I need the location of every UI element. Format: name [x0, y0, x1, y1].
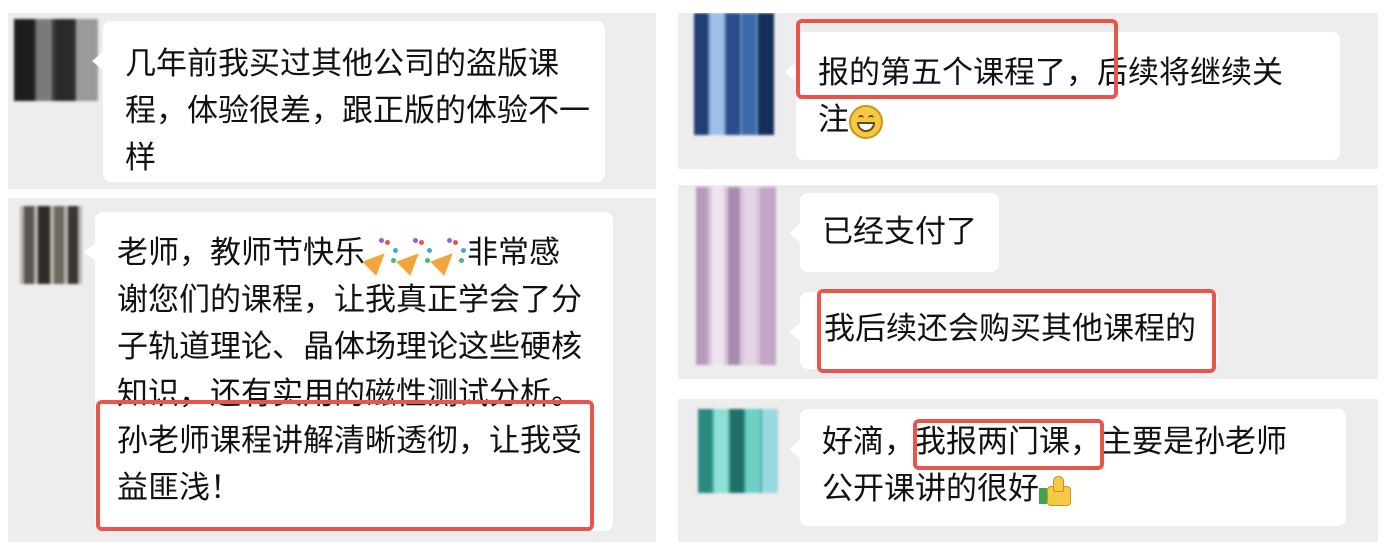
message-bubble: 老师，教师节快乐 非常感 谢您们的课程，让我真正学会了分 子轨道理论、晶体场理论这… [84, 212, 613, 531]
chat-panel-5: 好滴，我报两门课，主要是孙老师 公开课讲的很好 [678, 399, 1378, 542]
message-bubble: 报的第五个课程了，后续将继续关 注 [785, 32, 1340, 160]
party-popper-icon [396, 237, 433, 276]
avatar[interactable] [14, 19, 98, 101]
message-bubble: 已经支付了 [789, 193, 999, 272]
message-text: 谢您们的课程，让我真正学会了分 [117, 282, 582, 318]
thumbs-up-icon [1039, 474, 1073, 508]
chat-panel-3: 报的第五个课程了，后续将继续关 注 [678, 13, 1378, 169]
message-text: 几年前我买过其他公司的盗版课 [125, 46, 559, 82]
message-text: 知识，还有实用的磁性测试分析。 [117, 376, 582, 412]
message-text: 孙老师课程讲解清晰透彻，让我受 [117, 423, 582, 459]
avatar[interactable] [696, 187, 776, 365]
message-bubble: 几年前我买过其他公司的盗版课 程，体验很差，跟正版的体验不一 样 [92, 21, 605, 182]
avatar[interactable] [694, 13, 774, 135]
message-text: 子轨道理论、晶体场理论这些硬核 [117, 329, 582, 365]
message-text: 已经支付了 [822, 214, 977, 250]
chat-panel-1: 几年前我买过其他公司的盗版课 程，体验很差，跟正版的体验不一 样 [8, 13, 656, 189]
avatar[interactable] [20, 206, 82, 284]
message-text: 公开课讲的很好 [822, 471, 1039, 507]
party-popper-icon [430, 237, 467, 276]
message-bubble: 我后续还会购买其他课程的 [789, 292, 1218, 369]
message-text: 我后续还会购买其他课程的 [824, 311, 1196, 347]
message-bubble: 好滴，我报两门课，主要是孙老师 公开课讲的很好 [789, 409, 1346, 526]
party-popper-icon [362, 237, 399, 276]
chat-panel-2: 老师，教师节快乐 非常感 谢您们的课程，让我真正学会了分 子轨道理论、晶体场理论这… [8, 198, 656, 542]
chat-panel-4: 已经支付了 我后续还会购买其他课程的 [678, 185, 1378, 379]
message-text: 主要是孙老师 [1101, 424, 1287, 460]
grinning-face-icon [849, 104, 883, 139]
message-text: 样 [125, 140, 156, 176]
message-text: 老师，教师节快乐 [117, 235, 365, 271]
message-text: 注 [818, 102, 849, 138]
message-text: 益匪浅！ [117, 470, 241, 506]
avatar[interactable] [698, 409, 778, 493]
message-text: 程，体验很差，跟正版的体验不一 [125, 93, 590, 129]
message-text: 非常感 [467, 235, 560, 271]
message-text: 我报两门课， [915, 424, 1101, 460]
message-text: 报的第五个课程了，后续将继续关 [818, 55, 1283, 91]
message-text: 好滴， [822, 424, 915, 460]
